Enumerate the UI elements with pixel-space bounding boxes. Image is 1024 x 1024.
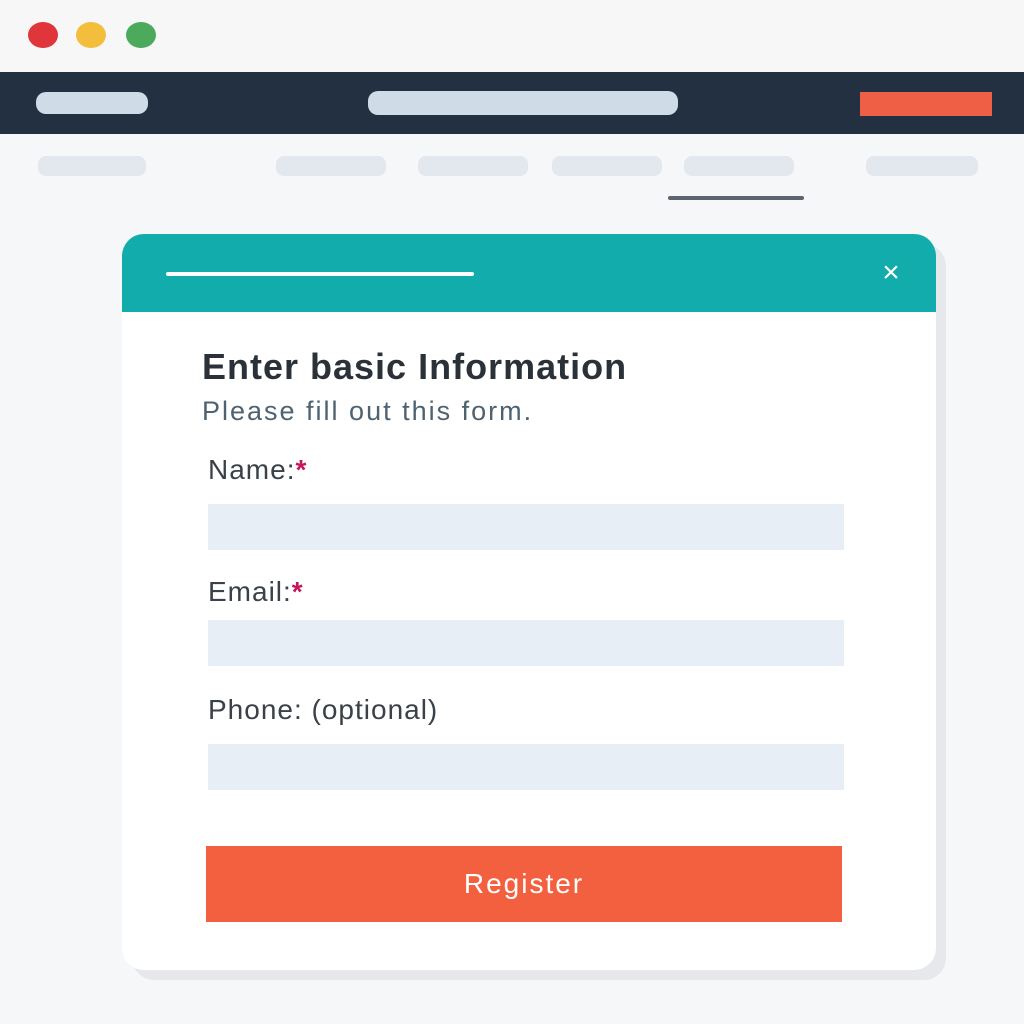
tab-placeholder[interactable] — [552, 156, 662, 176]
tab-placeholder[interactable] — [418, 156, 528, 176]
logo-placeholder[interactable] — [36, 92, 148, 114]
email-input[interactable] — [208, 620, 844, 666]
name-input[interactable] — [208, 504, 844, 550]
title-bar — [0, 0, 1024, 72]
active-tab-indicator — [668, 196, 804, 200]
search-bar-placeholder[interactable] — [368, 91, 678, 115]
registration-modal: × Enter basic Information Please fill ou… — [122, 234, 936, 970]
phone-input[interactable] — [208, 744, 844, 790]
name-label-text: Name: — [208, 454, 296, 485]
phone-field-label: Phone: (optional) — [208, 694, 808, 726]
app-window: × Enter basic Information Please fill ou… — [0, 0, 1024, 1024]
required-marker: * — [291, 576, 304, 607]
close-icon[interactable]: × — [874, 256, 908, 290]
register-button[interactable]: Register — [206, 846, 842, 922]
tab-home-placeholder[interactable] — [38, 156, 146, 176]
tab-placeholder[interactable] — [866, 156, 978, 176]
modal-header: × — [122, 234, 936, 312]
nav-action-button[interactable] — [860, 92, 992, 116]
form-subtitle: Please fill out this form. — [202, 396, 534, 426]
tab-active-placeholder[interactable] — [684, 156, 794, 176]
email-label-text: Email: — [208, 576, 292, 607]
name-field-label: Name:* — [208, 454, 808, 486]
phone-label-text: Phone: (optional) — [208, 694, 439, 725]
required-marker: * — [295, 454, 308, 485]
form-title: Enter basic Information — [202, 346, 628, 387]
header-title-placeholder — [166, 272, 474, 276]
tab-placeholder[interactable] — [276, 156, 386, 176]
email-field-label: Email:* — [208, 576, 808, 608]
minimize-window-dot[interactable] — [76, 22, 106, 48]
tab-strip — [0, 134, 1024, 214]
maximize-window-dot[interactable] — [126, 22, 156, 48]
top-navbar — [0, 72, 1024, 134]
close-window-dot[interactable] — [28, 22, 58, 48]
